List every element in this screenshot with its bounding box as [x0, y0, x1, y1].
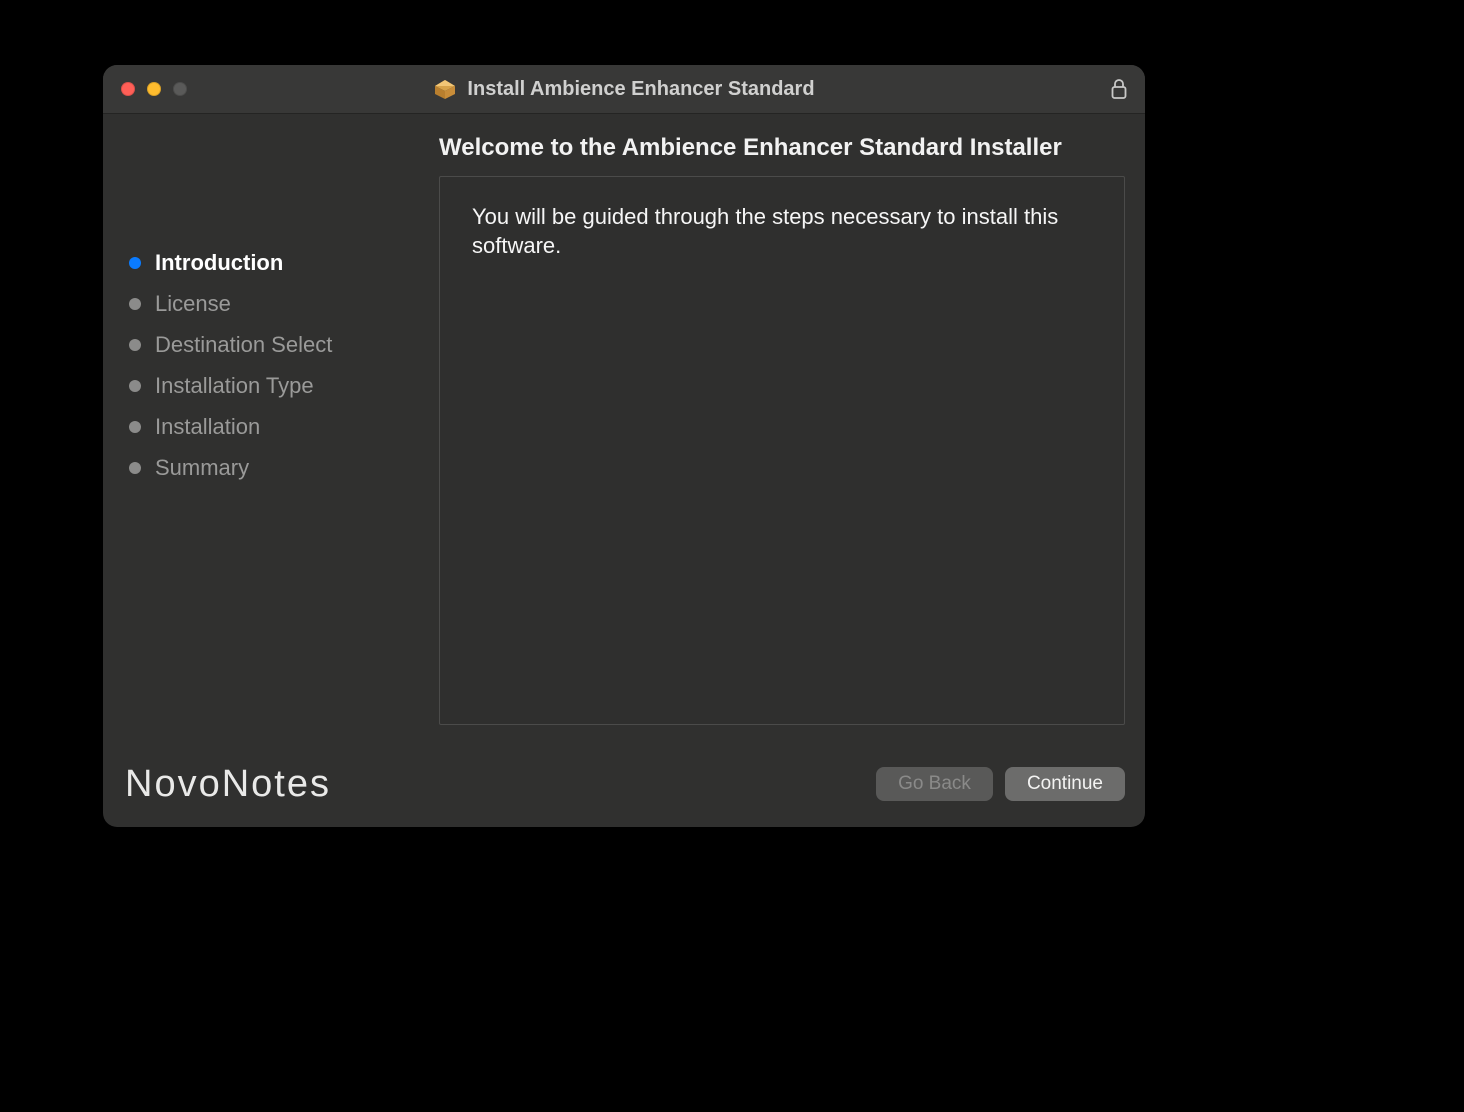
window-close-button[interactable]	[121, 82, 135, 96]
brand-logo: NovoNotes	[125, 763, 331, 806]
step-bullet-icon	[129, 380, 141, 392]
main-panel: Welcome to the Ambience Enhancer Standar…	[425, 114, 1145, 741]
installer-window: Install Ambience Enhancer Standard Intro…	[103, 65, 1145, 827]
window-maximize-button[interactable]	[173, 82, 187, 96]
footer-buttons: Go Back Continue	[876, 767, 1125, 801]
step-label: License	[155, 291, 231, 317]
step-license: License	[129, 283, 425, 324]
step-bullet-icon	[129, 339, 141, 351]
step-summary: Summary	[129, 447, 425, 488]
go-back-button: Go Back	[876, 767, 993, 801]
window-minimize-button[interactable]	[147, 82, 161, 96]
step-destination-select: Destination Select	[129, 324, 425, 365]
step-bullet-icon	[129, 257, 141, 269]
step-installation-type: Installation Type	[129, 365, 425, 406]
step-label: Installation	[155, 414, 260, 440]
content-box: You will be guided through the steps nec…	[439, 176, 1125, 725]
step-bullet-icon	[129, 421, 141, 433]
content-body-text: You will be guided through the steps nec…	[472, 204, 1058, 258]
window-title-text: Install Ambience Enhancer Standard	[467, 78, 814, 101]
page-heading: Welcome to the Ambience Enhancer Standar…	[439, 128, 1125, 176]
step-label: Installation Type	[155, 373, 314, 399]
steps-sidebar: Introduction License Destination Select …	[103, 114, 425, 741]
window-title: Install Ambience Enhancer Standard	[433, 77, 814, 101]
step-introduction: Introduction	[129, 242, 425, 283]
window-body: Introduction License Destination Select …	[103, 114, 1145, 741]
step-label: Introduction	[155, 250, 283, 276]
step-bullet-icon	[129, 298, 141, 310]
lock-icon[interactable]	[1111, 65, 1127, 113]
continue-button[interactable]: Continue	[1005, 767, 1125, 801]
step-label: Summary	[155, 455, 249, 481]
step-installation: Installation	[129, 406, 425, 447]
step-label: Destination Select	[155, 332, 332, 358]
step-bullet-icon	[129, 462, 141, 474]
package-icon	[433, 77, 457, 101]
titlebar: Install Ambience Enhancer Standard	[103, 65, 1145, 114]
window-controls	[121, 65, 187, 113]
footer: NovoNotes Go Back Continue	[103, 741, 1145, 827]
